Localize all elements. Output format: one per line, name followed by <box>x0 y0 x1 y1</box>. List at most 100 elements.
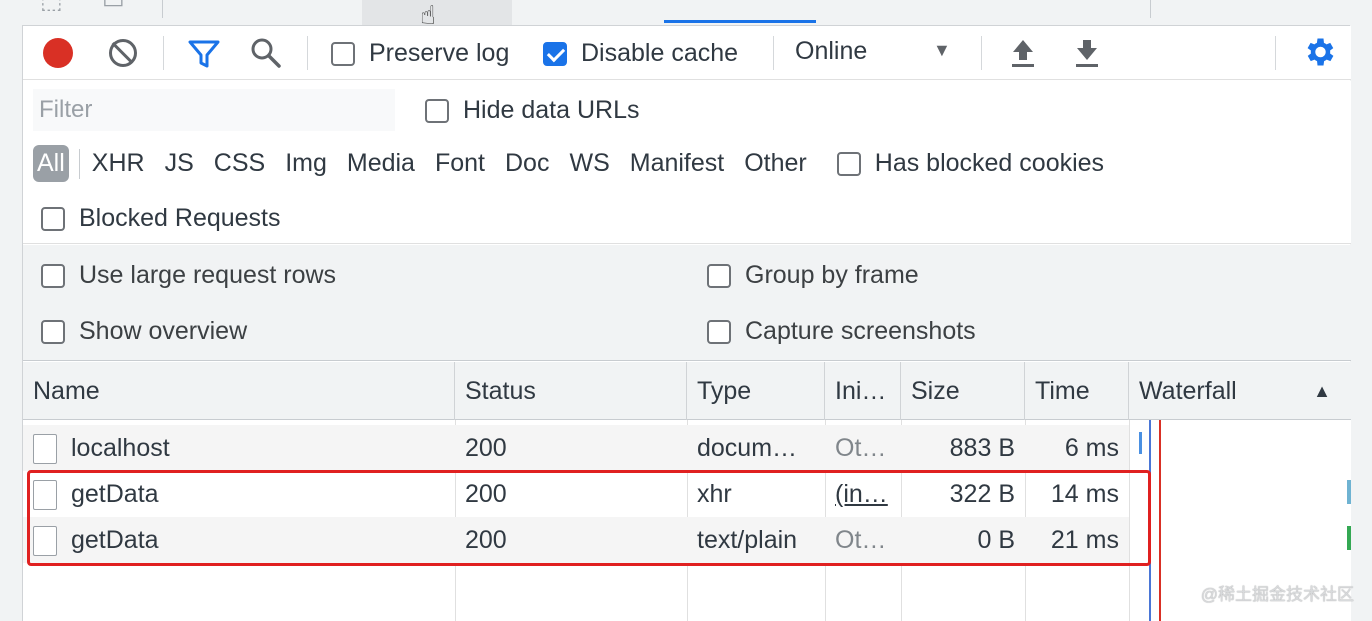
toolbar-divider <box>307 36 308 70</box>
column-header-waterfall[interactable]: Waterfall ▲ <box>1129 362 1351 420</box>
document-icon <box>33 480 57 511</box>
initiator-cell[interactable]: (in… <box>825 471 901 517</box>
type-filter-doc[interactable]: Doc <box>495 145 559 182</box>
toolbar-divider <box>981 36 982 70</box>
filter-input[interactable] <box>33 89 395 131</box>
clear-button[interactable] <box>109 39 137 67</box>
time-cell: 21 ms <box>1050 526 1119 554</box>
table-row[interactable]: getData 200 text/plain Ot… 0 B 21 ms <box>23 517 1129 563</box>
type-filter-xhr[interactable]: XHR <box>82 145 155 182</box>
network-settings: Use large request rows Show overview Gro… <box>23 245 1351 361</box>
show-overview-checkbox[interactable]: Show overview <box>41 317 247 346</box>
hide-data-urls-box[interactable] <box>425 98 449 123</box>
toolbar-divider <box>163 36 164 70</box>
resource-type-filters: All XHR JS CSS Img Media Font Doc WS Man… <box>33 145 1104 182</box>
network-toolbar: Preserve log Disable cache Online ▼ <box>23 26 1351 80</box>
table-row[interactable]: localhost 200 docum… Ot… 883 B 6 ms <box>23 425 1129 471</box>
load-event-line <box>1159 420 1161 621</box>
type-filter-font[interactable]: Font <box>425 145 495 182</box>
initiator-cell[interactable]: Ot… <box>825 425 901 471</box>
dom-content-loaded-line <box>1149 420 1151 621</box>
network-panel: Preserve log Disable cache Online ▼ Hide… <box>22 26 1351 621</box>
throttling-select[interactable]: Online <box>795 37 867 66</box>
disable-cache-box[interactable] <box>543 41 567 66</box>
blocked-requests-box[interactable] <box>41 206 65 231</box>
type-filter-other[interactable]: Other <box>734 145 817 182</box>
group-by-frame-label: Group by frame <box>745 261 919 289</box>
filter-icon[interactable] <box>187 38 221 70</box>
document-icon <box>33 526 57 557</box>
has-blocked-cookies-checkbox[interactable]: Has blocked cookies <box>836 149 1105 178</box>
waterfall-bar <box>1347 480 1351 504</box>
tab-hovered[interactable] <box>362 0 512 25</box>
request-name: getData <box>71 526 159 554</box>
time-cell: 14 ms <box>1050 480 1119 508</box>
sort-ascending-icon[interactable]: ▲ <box>1313 362 1331 420</box>
preserve-log-checkbox[interactable]: Preserve log <box>331 39 509 68</box>
type-filter-media[interactable]: Media <box>337 145 425 182</box>
type-cell: xhr <box>697 480 732 508</box>
capture-screenshots-label: Capture screenshots <box>745 317 976 345</box>
has-blocked-cookies-label: Has blocked cookies <box>874 149 1105 177</box>
request-name-cell[interactable]: localhost <box>23 425 455 471</box>
devtools-tab-strip: ⬚ ▭ <box>22 0 1350 26</box>
column-header-initiator[interactable]: Ini… <box>825 362 901 420</box>
group-by-frame-box[interactable] <box>707 263 731 288</box>
device-toggle-icon[interactable]: ▭ <box>102 0 125 15</box>
type-cell: text/plain <box>697 526 798 554</box>
large-rows-checkbox[interactable]: Use large request rows <box>41 261 336 290</box>
hide-data-urls-checkbox[interactable]: Hide data URLs <box>425 96 639 125</box>
tab-strip-divider-right <box>1150 0 1151 18</box>
type-filter-all[interactable]: All <box>33 145 69 182</box>
hide-data-urls-label: Hide data URLs <box>463 96 640 124</box>
type-filter-css[interactable]: CSS <box>204 145 275 182</box>
type-filter-ws[interactable]: WS <box>559 145 619 182</box>
waterfall-bar <box>1139 432 1142 454</box>
type-filter-manifest[interactable]: Manifest <box>620 145 734 182</box>
chevron-down-icon[interactable]: ▼ <box>933 40 951 61</box>
disable-cache-checkbox[interactable]: Disable cache <box>543 39 738 68</box>
gear-icon[interactable] <box>1301 34 1337 70</box>
large-rows-box[interactable] <box>41 263 65 288</box>
table-row[interactable]: getData 200 xhr (in… 322 B 14 ms <box>23 471 1129 517</box>
request-name-cell[interactable]: getData <box>23 471 455 517</box>
waterfall-label: Waterfall <box>1139 377 1237 405</box>
capture-screenshots-checkbox[interactable]: Capture screenshots <box>707 317 976 346</box>
size-cell: 883 B <box>949 434 1015 462</box>
blocked-requests-label: Blocked Requests <box>79 204 281 232</box>
group-by-frame-checkbox[interactable]: Group by frame <box>707 261 919 290</box>
initiator-cell[interactable]: Ot… <box>825 517 901 563</box>
column-header-size[interactable]: Size <box>901 362 1025 420</box>
column-header-type[interactable]: Type <box>687 362 825 420</box>
type-cell: docum… <box>697 434 798 462</box>
waterfall-bar <box>1347 526 1351 550</box>
type-filter-divider <box>78 148 80 179</box>
request-name-cell[interactable]: getData <box>23 517 455 563</box>
column-header-time[interactable]: Time <box>1025 362 1129 420</box>
inspect-icon[interactable]: ⬚ <box>40 0 63 15</box>
import-har-icon[interactable] <box>1009 36 1037 70</box>
size-cell: 0 B <box>977 526 1015 554</box>
request-name: localhost <box>71 434 170 462</box>
export-har-icon[interactable] <box>1073 36 1101 70</box>
tab-network-selected-indicator <box>664 20 816 23</box>
search-icon[interactable] <box>249 36 283 70</box>
show-overview-box[interactable] <box>41 319 65 344</box>
column-header-status[interactable]: Status <box>455 362 687 420</box>
table-header: Name Status Type Ini… Size Time Waterfal… <box>23 362 1351 420</box>
record-button[interactable] <box>43 38 73 68</box>
capture-screenshots-box[interactable] <box>707 319 731 344</box>
size-cell: 322 B <box>949 480 1015 508</box>
filter-bar: Hide data URLs All XHR JS CSS Img Media … <box>23 81 1351 244</box>
show-overview-label: Show overview <box>79 317 248 345</box>
toolbar-divider <box>773 36 774 70</box>
preserve-log-box[interactable] <box>331 41 355 66</box>
tab-strip-divider <box>162 0 163 18</box>
blocked-requests-checkbox[interactable]: Blocked Requests <box>41 204 281 233</box>
status-cell: 200 <box>465 480 507 508</box>
type-filter-js[interactable]: JS <box>155 145 204 182</box>
column-header-name[interactable]: Name <box>23 362 455 420</box>
has-blocked-cookies-box[interactable] <box>836 151 861 176</box>
type-filter-img[interactable]: Img <box>275 145 337 182</box>
status-cell: 200 <box>465 434 507 462</box>
